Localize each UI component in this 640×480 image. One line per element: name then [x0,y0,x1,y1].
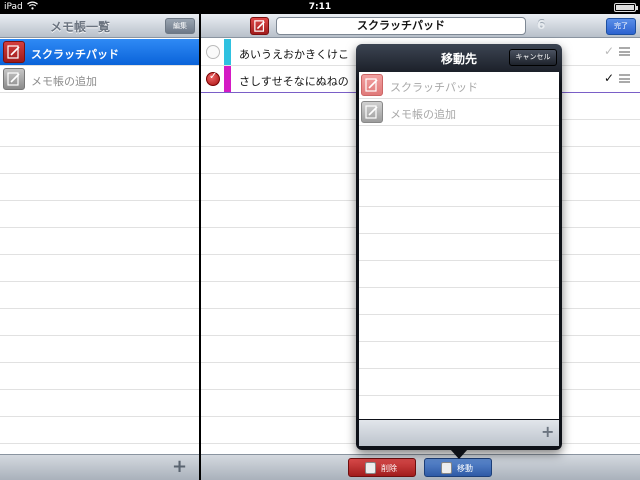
delete-button[interactable]: 削除 [348,458,416,477]
empty-row [359,261,559,288]
popover-arrow [450,449,468,459]
notepad-gray-icon [361,101,383,123]
empty-row [0,255,199,282]
left-navbar: メモ帳一覧 編集 [0,14,199,38]
empty-row [0,417,199,444]
move-button[interactable]: 移動 [424,458,492,477]
notebook-list-pane: メモ帳一覧 編集 スクラッチパッド メモ帳の追加 + [0,14,199,480]
empty-row [359,369,559,396]
reorder-handle-icon[interactable] [619,74,630,83]
empty-row [359,396,559,419]
delete-label: 削除 [381,464,397,473]
empty-row [359,342,559,369]
empty-row [0,309,199,336]
notebook-title-field[interactable]: スクラッチパッド [276,17,526,35]
checkmark-icon: ✓ [604,44,615,58]
destination-item-add[interactable]: メモ帳の追加 [359,99,559,126]
notebook-item-label: メモ帳の追加 [31,75,97,88]
empty-row [0,174,199,201]
task-checkbox[interactable] [206,71,220,86]
empty-row [0,336,199,363]
notebook-list: スクラッチパッド メモ帳の追加 [0,39,199,444]
empty-row [359,126,559,153]
status-time: 7:11 [308,2,332,12]
empty-row [359,153,559,180]
notepad-red-icon [250,17,269,35]
add-notebook-button[interactable]: + [172,458,187,476]
right-toolbar: 削除 移動 [201,454,640,480]
destination-label: スクラッチパッド [390,81,478,94]
move-destination-popover: 移動先 キャンセル スクラッチパッド メモ帳の追加 + [356,44,562,450]
done-button[interactable]: 完了 [606,18,636,35]
empty-row [359,288,559,315]
edit-button[interactable]: 編集 [165,18,195,34]
cancel-button[interactable]: キャンセル [509,49,557,66]
status-bar: iPad 7:11 [0,0,640,14]
task-checkbox[interactable] [206,45,220,59]
trash-icon [365,462,376,474]
destination-list: スクラッチパッド メモ帳の追加 [359,72,559,419]
empty-row [0,282,199,309]
reorder-handle-icon[interactable] [619,47,630,56]
empty-row [0,93,199,120]
empty-row [359,180,559,207]
empty-row [0,120,199,147]
popover-toolbar: + [359,420,559,446]
add-destination-button[interactable]: + [541,423,554,441]
battery-icon [614,3,638,12]
empty-row [0,228,199,255]
empty-row [0,390,199,417]
notebook-item-label: スクラッチパッド [31,48,119,61]
right-navbar: スクラッチパッド 6 完了 [201,14,640,38]
task-text: あいうえおかきくけこ [239,48,349,61]
move-folder-icon [441,462,452,474]
task-color-bar [224,66,231,92]
notepad-gray-icon [3,68,25,90]
left-title: メモ帳一覧 [49,20,110,34]
notepad-red-icon [3,41,25,63]
notebook-item-scratchpad[interactable]: スクラッチパッド [0,39,199,66]
destination-item-scratchpad[interactable]: スクラッチパッド [359,72,559,99]
empty-row [359,315,559,342]
empty-row [0,147,199,174]
task-text: さしすせそなにぬねの [239,75,349,88]
destination-label: メモ帳の追加 [390,108,456,121]
item-count: 6 [537,18,546,32]
empty-row [0,201,199,228]
checkmark-icon: ✓ [604,71,615,85]
notepad-red-icon [361,74,383,96]
empty-row [359,234,559,261]
notebook-item-add[interactable]: メモ帳の追加 [0,66,199,93]
empty-row [0,363,199,390]
empty-row [359,207,559,234]
task-color-bar [224,39,231,65]
left-toolbar: + [0,454,199,480]
move-label: 移動 [457,464,473,473]
